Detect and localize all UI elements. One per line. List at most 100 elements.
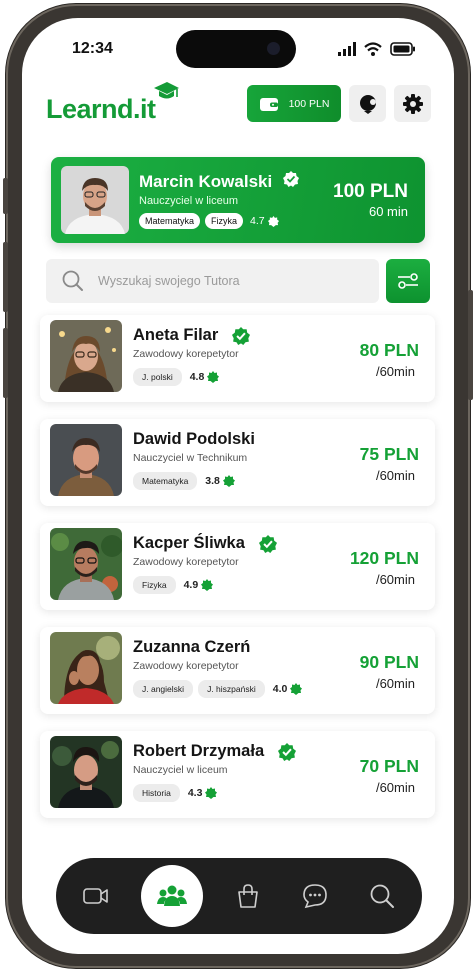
filter-button[interactable] [386,259,430,303]
search-icon [62,270,83,291]
tutor-price: 75 PLN [359,444,419,464]
bottom-nav [56,858,422,934]
search-input[interactable]: Wyszukaj swojego Tutora [98,274,240,288]
tutor-tags: J. angielski J. hiszpański 4.0 [133,680,303,698]
wifi-icon [364,42,382,56]
tutor-subtitle: Zawodowy korepetytor [133,660,239,672]
volume-down-button [3,328,8,398]
tutor-duration: /60min [375,572,415,587]
app-screen: 12:34 Learnd.it 100 PLN Marcin Kowalski … [22,18,454,954]
tutor-photo [50,736,122,808]
featured-tutor-card[interactable]: Marcin Kowalski Nauczyciel w liceum Mate… [51,157,425,243]
subject-tag: Fizyka [133,576,176,594]
tutor-name: Aneta Filar [133,326,251,345]
rating-icon [222,475,235,487]
rating-icon [201,579,214,591]
rating-icon [290,683,303,695]
tutor-subtitle: Nauczyciel w liceum [133,764,228,776]
subject-tag: J. angielski [133,680,194,698]
search-icon [370,884,394,908]
tutor-card[interactable]: Kacper Śliwka Zawodowy korepetytor Fizyk… [40,523,435,610]
tutor-rating: 4.9 [184,579,214,591]
nav-messages[interactable] [293,874,337,918]
tutor-rating: 4.8 [190,371,220,383]
tutor-subtitle: Zawodowy korepetytor [133,348,239,360]
wallet-balance-button[interactable]: 100 PLN [247,85,341,122]
signal-icon [338,42,356,56]
verified-badge-icon [232,326,251,345]
tutor-price: 90 PLN [359,652,419,672]
tutor-duration: /60min [375,364,415,379]
users-icon [157,885,187,906]
tutor-name: Zuzanna Czerń [133,638,251,656]
subject-tag: Fizyka [205,213,244,229]
verified-badge-icon [282,171,299,187]
nav-video[interactable] [74,874,118,918]
tutor-photo [61,166,129,234]
tutor-duration: /60min [375,468,415,483]
subject-tag: Matematyka [133,472,198,490]
subject-tag: Matematyka [139,213,201,229]
tutor-name: Dawid Podolski [133,430,255,448]
tutor-photo [50,528,122,600]
tutor-card[interactable]: Dawid Podolski Nauczyciel w Technikum Ma… [40,419,435,506]
featured-tutor-tags: Matematyka Fizyka 4.7 [139,213,279,229]
volume-up-button [3,242,8,312]
tutor-photo [50,424,122,496]
tutor-card[interactable]: Robert Drzymała Nauczyciel w liceum Hist… [40,731,435,818]
graduation-cap-icon [154,82,179,99]
tutor-subtitle: Zawodowy korepetytor [133,556,239,568]
subject-tag: Historia [133,784,180,802]
subject-tag: J. polski [133,368,182,386]
verified-badge-icon [278,742,297,761]
tutor-duration: /60min [375,780,415,795]
tutor-price: 120 PLN [349,548,419,568]
nav-search[interactable] [360,874,404,918]
rating-icon [207,371,220,383]
tutor-price: 70 PLN [359,756,419,776]
featured-tutor-price: 100 PLN [333,181,408,202]
video-icon [83,888,108,904]
app-logo[interactable]: Learnd.it [46,94,156,125]
nav-tutors[interactable] [141,865,203,927]
tutor-card[interactable]: Zuzanna Czerń Zawodowy korepetytor J. an… [40,627,435,714]
battery-icon [390,42,415,56]
gear-icon [402,93,423,114]
tutor-card[interactable]: Aneta Filar Zawodowy korepetytor J. pols… [40,315,435,402]
featured-tutor-subtitle: Nauczyciel w liceum [139,195,239,207]
featured-tutor-name: Marcin Kowalski [139,171,299,192]
tutor-subtitle: Nauczyciel w Technikum [133,452,248,464]
mute-switch [3,178,8,214]
rating-icon [205,787,218,799]
tutor-tags: Fizyka 4.9 [133,576,214,594]
search-bar[interactable]: Wyszukaj swojego Tutora [46,259,379,303]
avatar-button[interactable] [349,85,386,122]
shopping-bag-icon [238,884,258,908]
tutor-price: 80 PLN [359,340,419,360]
tutor-name: Kacper Śliwka [133,534,277,553]
filter-sliders-icon [398,273,418,289]
subject-tag: J. hiszpański [198,680,265,698]
tutor-photo [50,320,122,392]
power-button [468,290,473,400]
nav-shop[interactable] [226,874,270,918]
rating-icon [267,215,279,227]
avatar-icon [359,94,376,114]
tutor-duration: /60min [375,676,415,691]
tutor-photo [50,632,122,704]
dynamic-island [176,30,296,68]
verified-badge-icon [258,534,277,553]
tutor-tags: J. polski 4.8 [133,368,220,386]
tutor-rating: 4.0 [273,683,303,695]
wallet-icon [259,97,278,111]
chat-icon [303,884,327,909]
tutor-rating: 3.8 [205,475,235,487]
featured-tutor-rating: 4.7 [250,215,279,227]
status-time: 12:34 [72,40,113,57]
tutor-name: Robert Drzymała [133,742,297,761]
featured-tutor-duration: 60 min [368,204,408,219]
status-icons [338,42,416,56]
wallet-balance-label: 100 PLN [288,97,330,110]
tutor-tags: Matematyka 3.8 [133,472,235,490]
settings-button[interactable] [394,85,431,122]
